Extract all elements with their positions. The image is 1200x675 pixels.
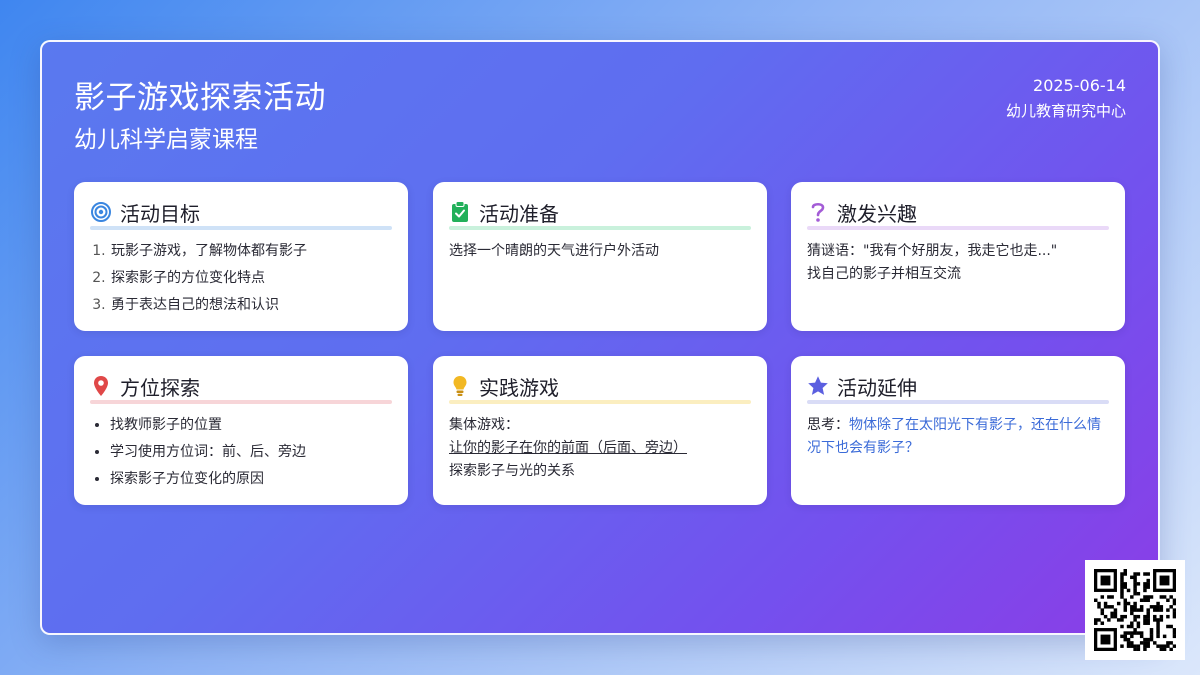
qr-code-icon bbox=[1094, 569, 1177, 652]
title-underline bbox=[90, 400, 392, 404]
list-item: 玩影子游戏，了解物体都有影子 bbox=[110, 240, 392, 263]
card-title: 活动延伸 bbox=[837, 375, 917, 400]
riddle-text: 猜谜语："我有个好朋友，我走它也走..." bbox=[807, 243, 1058, 259]
think-text: 思考：物体除了在太阳光下有影子，还在什么情况下也会有影子？ bbox=[807, 414, 1109, 460]
card-header: 活动目标 bbox=[90, 198, 392, 230]
game-description: 让你的影子在你的前面（后面、旁边） bbox=[449, 440, 687, 456]
lightbulb-icon bbox=[449, 375, 471, 397]
card-header: 方位探索 bbox=[90, 372, 392, 404]
card-header: 活动准备 bbox=[449, 198, 751, 230]
page-subtitle: 幼儿科学启蒙课程 bbox=[74, 127, 258, 153]
card-goals: 活动目标 玩影子游戏，了解物体都有影子 探索影子的方位变化特点 勇于表达自己的想… bbox=[74, 182, 408, 331]
card-practice: 实践游戏 集体游戏： 让你的影子在你的前面（后面、旁边） 探索影子与光的关系 bbox=[433, 356, 767, 505]
card-title: 方位探索 bbox=[120, 375, 200, 400]
page-title: 影子游戏探索活动 bbox=[74, 80, 326, 116]
card-header: 实践游戏 bbox=[449, 372, 751, 404]
list-item: 勇于表达自己的想法和认识 bbox=[110, 294, 392, 317]
practice-text: 探索影子与光的关系 bbox=[449, 463, 575, 479]
goal-list: 玩影子游戏，了解物体都有影子 探索影子的方位变化特点 勇于表达自己的想法和认识 bbox=[90, 240, 392, 317]
card-header: 激发兴趣 bbox=[807, 198, 1109, 230]
star-icon bbox=[807, 375, 829, 397]
title-underline bbox=[807, 400, 1109, 404]
card-title: 活动目标 bbox=[120, 201, 200, 226]
organization-label: 幼儿教育研究中心 bbox=[1005, 102, 1126, 120]
direction-list: 找教师影子的位置 学习使用方位词：前、后、旁边 探索影子方位变化的原因 bbox=[90, 414, 392, 491]
interest-text: 找自己的影子并相互交流 bbox=[807, 266, 961, 282]
list-item: 找教师影子的位置 bbox=[110, 414, 392, 437]
title-underline bbox=[449, 226, 751, 230]
list-item: 探索影子方位变化的原因 bbox=[110, 468, 392, 491]
card-title: 实践游戏 bbox=[479, 375, 559, 400]
qr-code bbox=[1085, 560, 1185, 660]
think-question: 物体除了在太阳光下有影子，还在什么情况下也会有影子？ bbox=[807, 417, 1101, 456]
list-item: 学习使用方位词：前、后、旁边 bbox=[110, 441, 392, 464]
game-prefix: 集体游戏： bbox=[449, 417, 519, 433]
question-icon bbox=[807, 201, 829, 223]
clipboard-check-icon bbox=[449, 201, 471, 223]
preparation-text: 选择一个晴朗的天气进行户外活动 bbox=[449, 243, 659, 259]
title-underline bbox=[807, 226, 1109, 230]
title-underline bbox=[449, 400, 751, 404]
card-title: 活动准备 bbox=[479, 201, 559, 226]
target-icon bbox=[90, 201, 112, 223]
card-extension: 活动延伸 思考：物体除了在太阳光下有影子，还在什么情况下也会有影子？ bbox=[791, 356, 1125, 505]
slide: 影子游戏探索活动 幼儿科学启蒙课程 2025-06-14 幼儿教育研究中心 活动… bbox=[40, 40, 1160, 635]
card-title: 激发兴趣 bbox=[837, 201, 917, 226]
card-interest: 激发兴趣 猜谜语："我有个好朋友，我走它也走..." 找自己的影子并相互交流 bbox=[791, 182, 1125, 331]
list-item: 探索影子的方位变化特点 bbox=[110, 267, 392, 290]
date-label: 2025-06-14 bbox=[1033, 76, 1126, 95]
location-pin-icon bbox=[90, 375, 112, 397]
card-header: 活动延伸 bbox=[807, 372, 1109, 404]
card-preparation: 活动准备 选择一个晴朗的天气进行户外活动 bbox=[433, 182, 767, 331]
think-prefix: 思考： bbox=[807, 417, 849, 433]
card-direction: 方位探索 找教师影子的位置 学习使用方位词：前、后、旁边 探索影子方位变化的原因 bbox=[74, 356, 408, 505]
game-text: 集体游戏： 让你的影子在你的前面（后面、旁边） bbox=[449, 414, 751, 460]
title-underline bbox=[90, 226, 392, 230]
